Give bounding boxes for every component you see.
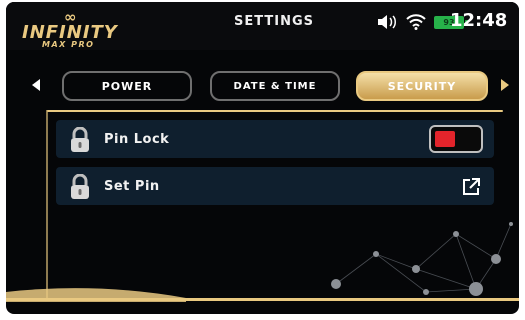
volume-icon	[378, 15, 396, 29]
tab-next-arrow-icon[interactable]	[501, 79, 509, 91]
setting-label-pin-lock: Pin Lock	[104, 131, 170, 147]
gold-swoosh-decoration	[6, 288, 186, 302]
tab-prev-arrow-icon[interactable]	[32, 79, 40, 91]
padlock-icon	[71, 174, 89, 199]
padlock-icon	[71, 127, 89, 152]
network-decoration	[331, 222, 513, 296]
setting-row-set-pin[interactable]: Set Pin	[56, 167, 494, 205]
device-screen: ∞ INFINITY MAX PRO SETTINGS 93 12:48 POW…	[6, 2, 519, 314]
tab-security[interactable]: SECURITY	[356, 71, 488, 101]
tab-power[interactable]: POWER	[62, 71, 192, 101]
setting-label-set-pin: Set Pin	[104, 178, 160, 194]
external-link-icon[interactable]	[461, 177, 481, 197]
panel-top-border	[47, 110, 503, 112]
pin-lock-toggle[interactable]	[429, 125, 483, 153]
brand-model: MAX PRO	[42, 40, 95, 49]
page-title: SETTINGS	[234, 14, 315, 29]
clock: 12:48	[450, 10, 508, 31]
top-bar: ∞ INFINITY MAX PRO SETTINGS 93 12:48	[6, 2, 519, 50]
toggle-knob	[435, 131, 455, 147]
wifi-icon	[406, 14, 426, 30]
tab-date-time[interactable]: DATE & TIME	[210, 71, 340, 101]
setting-row-pin-lock[interactable]: Pin Lock	[56, 120, 494, 158]
panel-bottom-border	[6, 298, 519, 301]
